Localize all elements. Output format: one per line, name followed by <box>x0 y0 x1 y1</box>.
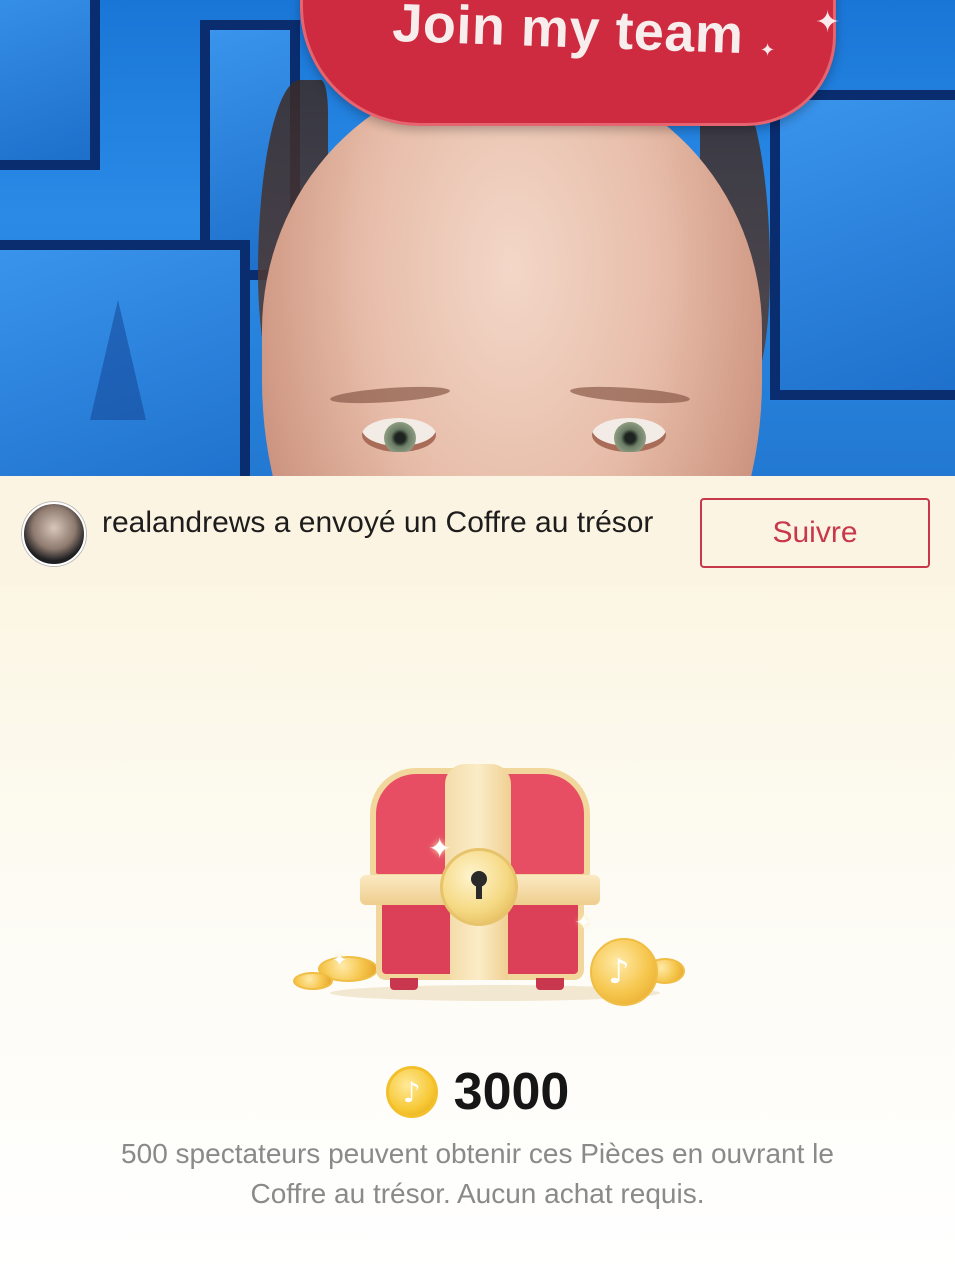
wall-picture-frame <box>770 90 955 400</box>
tiktok-coin-icon: ♪ <box>385 1066 438 1118</box>
coin-icon <box>293 972 333 990</box>
chest-foot <box>536 978 564 990</box>
avatar[interactable] <box>22 502 86 566</box>
sparkle-icon: ✦ <box>428 833 452 864</box>
live-stream-screen: Join my team ✦ ✦ realandrews a envoyé un… <box>0 0 955 1274</box>
keyhole-lock-icon <box>440 848 518 926</box>
coin-amount: 3000 <box>453 1063 570 1121</box>
tiktok-coin-icon: ♪ <box>590 938 658 1006</box>
join-team-label: Join my team <box>391 0 745 66</box>
live-video[interactable]: Join my team ✦ ✦ <box>0 0 955 476</box>
wall-picture-frame <box>0 0 100 170</box>
treasure-chest-icon[interactable]: ♪ ✦ ✦ ✦ <box>290 760 690 1010</box>
streamer-face <box>262 70 762 476</box>
sparkle-icon: ✦ <box>332 950 348 970</box>
gift-notification-text: realandrews a envoyé un Coffre au trésor <box>102 506 654 539</box>
coin-amount-row: ♪ 3000 <box>0 1060 955 1124</box>
follow-button[interactable]: Suivre <box>700 498 930 568</box>
join-team-banner[interactable]: Join my team <box>300 0 836 126</box>
chest-foot <box>390 978 418 990</box>
sparkle-icon: ✦ <box>575 912 592 934</box>
sparkle-icon: ✦ <box>760 40 776 60</box>
castle-spire-picture <box>90 300 146 420</box>
treasure-description: 500 spectateurs peuvent obtenir ces Pièc… <box>121 1138 834 1209</box>
eye-left <box>362 418 436 452</box>
sparkle-icon: ✦ <box>815 6 841 39</box>
eye-right <box>592 418 666 452</box>
